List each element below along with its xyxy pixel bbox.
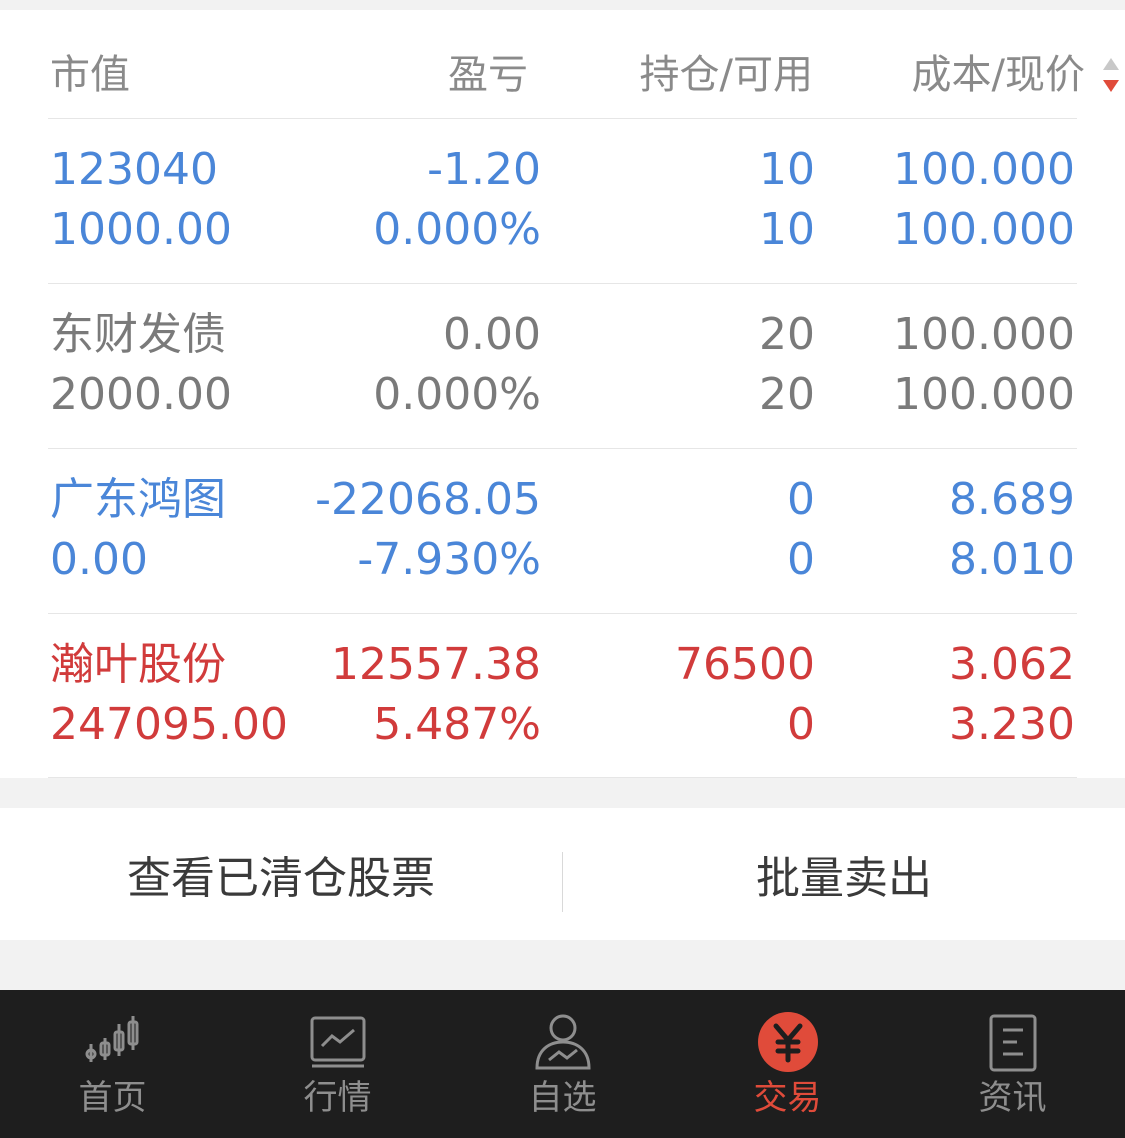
nav-label-news: 资讯 <box>978 1078 1047 1118</box>
row-divider <box>48 283 1077 284</box>
position-qty: 76500 <box>675 639 815 690</box>
current-price: 100.000 <box>893 204 1075 255</box>
document-icon <box>989 1014 1036 1072</box>
current-price: 3.230 <box>949 699 1075 750</box>
row-divider <box>48 448 1077 449</box>
cost-price: 100.000 <box>893 309 1075 360</box>
positions-page: 市值 盈亏 持仓/可用 成本/现价 123040 1000.00 -1.20 0… <box>0 0 1125 1138</box>
candlestick-icon <box>85 1016 138 1062</box>
table-row[interactable]: 广东鸿图 0.00 -22068.05 -7.930% 0 0 8.689 8.… <box>0 448 1125 613</box>
market-value: 0.00 <box>50 534 148 585</box>
position-qty: 20 <box>759 309 815 360</box>
header-cost-price[interactable]: 成本/现价 <box>912 48 1085 102</box>
positions-header: 市值 盈亏 持仓/可用 成本/现价 <box>0 10 1125 118</box>
positions-table: 123040 1000.00 -1.20 0.000% 10 10 100.00… <box>0 118 1125 778</box>
bottom-nav: 首页 行情 自选 交易 资讯 <box>0 990 1125 1138</box>
cost-price: 8.689 <box>949 474 1075 525</box>
nav-item-watchlist[interactable]: 自选 <box>450 990 675 1138</box>
profit-loss: 12557.38 <box>331 639 541 690</box>
profit-loss: -22068.05 <box>315 474 541 525</box>
batch-sell-button[interactable]: 批量卖出 <box>563 808 1125 940</box>
position-qty: 0 <box>787 474 815 525</box>
market-value: 247095.00 <box>50 699 288 750</box>
stock-name: 东财发债 <box>50 309 226 360</box>
header-profit-loss[interactable]: 盈亏 <box>448 48 528 102</box>
nav-label-home: 首页 <box>78 1078 147 1118</box>
row-divider <box>48 777 1077 778</box>
nav-item-home[interactable]: 首页 <box>0 990 225 1138</box>
nav-item-news[interactable]: 资讯 <box>900 990 1125 1138</box>
action-bar: 查看已清仓股票 批量卖出 <box>0 808 1125 940</box>
cost-price: 100.000 <box>893 144 1075 195</box>
profit-loss: 0.00 <box>443 309 541 360</box>
line-chart-icon <box>310 1016 365 1068</box>
profit-loss-percent: 0.000% <box>373 204 541 255</box>
current-price: 100.000 <box>893 369 1075 420</box>
market-value: 2000.00 <box>50 369 232 420</box>
sort-arrows-icon[interactable] <box>1101 54 1121 98</box>
user-chart-icon <box>534 1014 591 1070</box>
row-divider <box>48 613 1077 614</box>
table-row[interactable]: 瀚叶股份 247095.00 12557.38 5.487% 76500 0 3… <box>0 613 1125 778</box>
header-position-available[interactable]: 持仓/可用 <box>640 48 813 102</box>
current-price: 8.010 <box>949 534 1075 585</box>
available-qty: 20 <box>759 369 815 420</box>
profit-loss-percent: 0.000% <box>373 369 541 420</box>
yuan-icon <box>757 1012 818 1072</box>
available-qty: 0 <box>787 534 815 585</box>
position-qty: 10 <box>759 144 815 195</box>
profit-loss: -1.20 <box>427 144 541 195</box>
nav-label-market: 行情 <box>303 1078 372 1118</box>
table-row[interactable]: 123040 1000.00 -1.20 0.000% 10 10 100.00… <box>0 118 1125 283</box>
profit-loss-percent: 5.487% <box>373 699 541 750</box>
market-value: 1000.00 <box>50 204 232 255</box>
nav-item-trade[interactable]: 交易 <box>675 990 900 1138</box>
header-market-value[interactable]: 市值 <box>50 48 130 102</box>
view-cleared-stocks-button[interactable]: 查看已清仓股票 <box>0 808 562 940</box>
profit-loss-percent: -7.930% <box>357 534 541 585</box>
stock-name: 123040 <box>50 144 218 195</box>
nav-item-market[interactable]: 行情 <box>225 990 450 1138</box>
table-row[interactable]: 东财发债 2000.00 0.00 0.000% 20 20 100.000 1… <box>0 283 1125 448</box>
row-divider <box>48 118 1077 119</box>
stock-name: 广东鸿图 <box>50 474 226 525</box>
stock-name: 瀚叶股份 <box>50 639 226 690</box>
nav-label-watchlist: 自选 <box>528 1078 597 1118</box>
cost-price: 3.062 <box>949 639 1075 690</box>
available-qty: 10 <box>759 204 815 255</box>
nav-label-trade: 交易 <box>753 1078 822 1118</box>
available-qty: 0 <box>787 699 815 750</box>
